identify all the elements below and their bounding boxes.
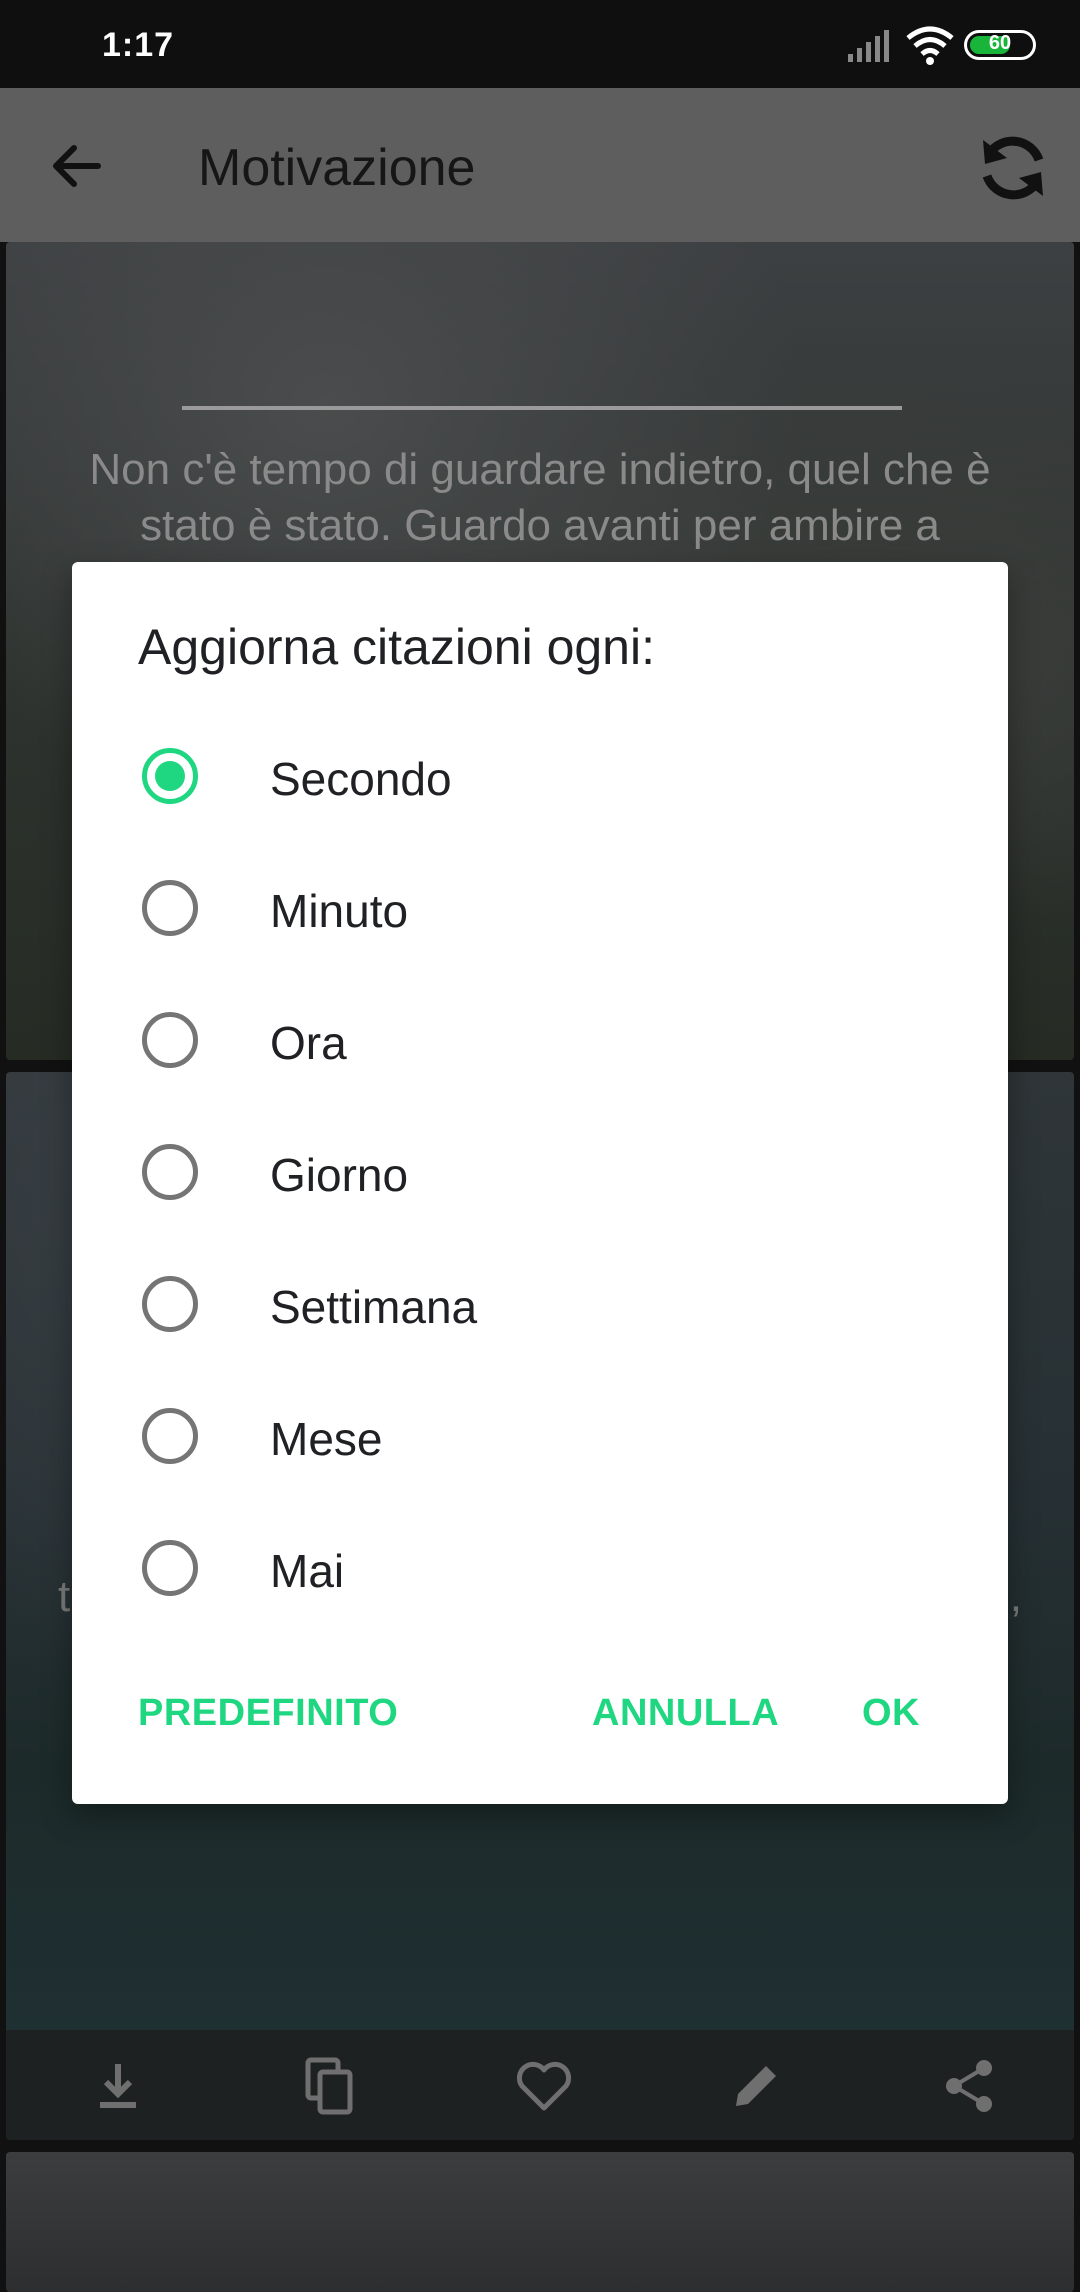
update-frequency-dialog: Aggiorna citazioni ogni: Secondo Minuto … [72,562,1008,1804]
share-icon[interactable] [938,2054,1002,2118]
app-bar: Motivazione [0,88,1080,242]
download-icon[interactable] [86,2054,150,2118]
page-title: Motivazione [198,139,476,197]
option-label: Mai [270,1545,345,1597]
battery-percentage: 60 [988,32,1012,54]
option-label: Minuto [270,885,409,937]
cancel-button[interactable]: ANNULLA [592,1692,779,1735]
back-arrow-icon[interactable] [46,136,106,196]
option-label: Ora [270,1017,347,1069]
status-bar: 1:17 60 [0,0,1080,88]
option-settimana[interactable]: Settimana [72,1238,1008,1370]
battery-icon: 60 [964,30,1036,60]
ok-button[interactable]: OK [862,1692,920,1735]
edit-icon[interactable] [724,2054,788,2118]
radio-button[interactable] [142,880,198,936]
option-mese[interactable]: Mese [72,1370,1008,1502]
default-button[interactable]: PREDEFINITO [138,1692,398,1735]
refresh-icon[interactable] [975,130,1051,206]
radio-button[interactable] [142,1276,198,1332]
quote-text-fragment-left: t [58,1572,71,1621]
radio-button[interactable] [142,1012,198,1068]
option-ora[interactable]: Ora [72,974,1008,1106]
option-secondo[interactable]: Secondo [72,710,1008,842]
quote-text: Non c'è tempo di guardare indietro, quel… [89,445,991,550]
option-label: Mese [270,1413,383,1465]
heart-icon[interactable] [512,2054,576,2118]
option-mai[interactable]: Mai [72,1502,1008,1634]
dialog-title: Aggiorna citazioni ogni: [138,619,655,675]
option-label: Secondo [270,753,452,805]
option-label: Settimana [270,1281,478,1333]
radio-button[interactable] [142,748,198,804]
wifi-icon [906,26,954,65]
option-giorno[interactable]: Giorno [72,1106,1008,1238]
card-divider [182,406,902,410]
signal-icon [848,30,889,62]
status-time: 1:17 [102,26,175,64]
option-label: Giorno [270,1149,409,1201]
quote-card-3[interactable] [6,2152,1074,2292]
copy-icon[interactable] [298,2054,362,2118]
option-minuto[interactable]: Minuto [72,842,1008,974]
radio-button[interactable] [142,1144,198,1200]
radio-button[interactable] [142,1408,198,1464]
card-action-bar [6,2030,1074,2140]
radio-button[interactable] [142,1540,198,1596]
